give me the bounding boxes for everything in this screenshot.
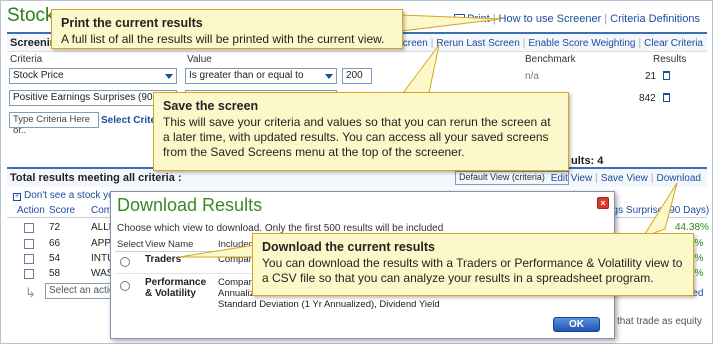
trash-icon[interactable] bbox=[663, 71, 670, 80]
col-surprise[interactable]: ngs Surprise (90 Days) bbox=[607, 205, 709, 216]
col-head-results: Results bbox=[653, 54, 687, 65]
chevron-down-icon bbox=[165, 74, 173, 79]
row-score: 54 bbox=[49, 253, 61, 264]
save-callout-body: This will save your criteria and values … bbox=[163, 115, 551, 159]
download-callout: Download the current results You can dow… bbox=[252, 233, 694, 296]
results-count-1: 21 bbox=[645, 71, 657, 82]
row-surprise: 44.38% bbox=[675, 222, 709, 233]
print-callout-title: Print the current results bbox=[61, 16, 203, 30]
col-head-benchmark: Benchmark bbox=[525, 54, 576, 65]
printer-icon[interactable] bbox=[454, 14, 466, 23]
return-arrow-icon: ↳ bbox=[25, 285, 36, 300]
row-score: 58 bbox=[49, 268, 61, 279]
close-icon[interactable]: × bbox=[597, 197, 609, 209]
traders-label: Traders bbox=[145, 254, 182, 265]
print-link[interactable]: Print bbox=[467, 13, 490, 25]
perf-included-line-2: Annualiz bbox=[218, 288, 255, 299]
col-score[interactable]: Score bbox=[49, 205, 75, 216]
results-title: Total results meeting all criteria : bbox=[10, 172, 182, 184]
print-callout: Print the current results A full list of… bbox=[51, 9, 403, 49]
row-checkbox[interactable] bbox=[24, 239, 34, 249]
action-select[interactable]: Select an actio bbox=[45, 283, 115, 299]
value-input-1[interactable]: 200 bbox=[342, 68, 372, 84]
download-link[interactable]: Download bbox=[657, 173, 701, 184]
performance-volatility-label: Performance & Volatility bbox=[145, 277, 207, 299]
enable-score-weighting-link[interactable]: Enable Score Weighting bbox=[528, 38, 635, 49]
row-checkbox[interactable] bbox=[24, 254, 34, 264]
criteria-select-2[interactable]: Positive Earnings Surprises (90 Days) bbox=[9, 90, 177, 106]
col-head-value: Value bbox=[187, 54, 212, 65]
dialog-col-included: Included bbox=[218, 239, 254, 250]
row-score: 72 bbox=[49, 222, 61, 233]
select-criteria-link[interactable]: Select Criter bbox=[101, 115, 160, 126]
criteria-select-1[interactable]: Stock Price bbox=[9, 68, 177, 84]
results-header: Total results meeting all criteria : Def… bbox=[7, 169, 707, 187]
save-callout-title: Save the screen bbox=[163, 99, 259, 113]
trash-icon[interactable] bbox=[663, 93, 670, 102]
benchmark-1: n/a bbox=[525, 71, 539, 82]
dialog-col-select: Select bbox=[117, 239, 144, 250]
save-callout: Save the screen This will save your crit… bbox=[153, 92, 569, 171]
row-checkbox[interactable] bbox=[24, 269, 34, 279]
traders-included: Compan bbox=[218, 254, 254, 265]
footer-note: that trade as equity bbox=[617, 316, 703, 327]
screener-window: Stock Print | How to use Screener | Criteria… bbox=[0, 0, 713, 344]
row-checkbox[interactable] bbox=[24, 223, 34, 233]
clear-criteria-link[interactable]: Clear Criteria bbox=[644, 38, 703, 49]
download-callout-title: Download the current results bbox=[262, 240, 435, 254]
how-to-link[interactable]: How to use Screener bbox=[499, 13, 602, 25]
plus-icon: + bbox=[13, 193, 21, 201]
criteria-select-1-value: Stock Price bbox=[13, 70, 64, 81]
page-title: Stock bbox=[7, 5, 55, 26]
results-count-2: 842 bbox=[639, 93, 656, 104]
dialog-col-view-name: View Name bbox=[145, 239, 194, 250]
criteria-actions: Save Screen|Rerun Last Screen|Enable Sco… bbox=[371, 38, 704, 49]
criteria-panel-title: Screenin bbox=[10, 37, 57, 49]
traders-radio[interactable] bbox=[120, 257, 130, 267]
operator-select-1-value: Is greater than or equal to bbox=[189, 70, 304, 81]
col-action[interactable]: Action bbox=[17, 205, 45, 216]
results-links: Edit View | Save View | Download bbox=[550, 173, 701, 184]
chevron-down-icon bbox=[325, 74, 333, 79]
criteria-definitions-link[interactable]: Criteria Definitions bbox=[610, 13, 700, 25]
print-callout-body: A full list of all the results will be p… bbox=[61, 32, 385, 46]
performance-volatility-radio[interactable] bbox=[120, 281, 130, 291]
perf-included-line-3: Standard Deviation (1 Yr Annualized), Di… bbox=[218, 299, 440, 310]
ok-button[interactable]: OK bbox=[553, 317, 600, 332]
col-head-criteria: Criteria bbox=[10, 54, 43, 65]
criteria-search-input[interactable]: Type Criteria Here or.. bbox=[9, 112, 99, 136]
results-count-label: ults: 4 bbox=[571, 155, 604, 167]
download-callout-body: You can download the results with a Trad… bbox=[262, 256, 683, 285]
edit-view-link[interactable]: Edit View bbox=[551, 173, 593, 184]
operator-select-1[interactable]: Is greater than or equal to bbox=[185, 68, 337, 84]
top-links: Print | How to use Screener | Criteria Defin… bbox=[454, 13, 700, 25]
dialog-title: Download Results bbox=[117, 195, 263, 215]
save-view-link[interactable]: Save View bbox=[601, 173, 648, 184]
rerun-last-screen-link[interactable]: Rerun Last Screen bbox=[436, 38, 519, 49]
row-score: 66 bbox=[49, 238, 61, 249]
perf-included-line-1: Compan bbox=[218, 277, 254, 288]
